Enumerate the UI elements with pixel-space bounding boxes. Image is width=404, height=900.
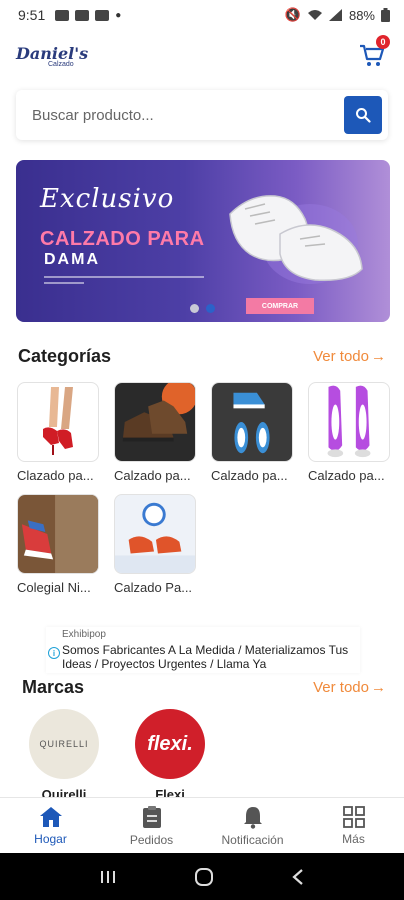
category-tile[interactable]: Clazado pa... xyxy=(17,382,99,483)
ad-text: Somos Fabricantes A La Medida / Material… xyxy=(62,643,349,671)
recent-apps-icon[interactable] xyxy=(99,869,117,885)
boots-image xyxy=(122,383,195,442)
carousel-dot-active[interactable] xyxy=(206,304,215,313)
categories-title: Categorías xyxy=(18,346,112,366)
category-label: Calzado pa... xyxy=(308,468,385,483)
category-image xyxy=(17,382,99,462)
baby-shoes-image xyxy=(115,502,195,573)
promo-banner[interactable]: Exclusivo CALZADO PARA DAMA COMPRAR xyxy=(16,160,390,322)
brands-header: Marcas Ver todo → xyxy=(22,677,386,698)
category-label: Calzado pa... xyxy=(114,468,191,483)
home-icon xyxy=(39,806,62,827)
brands-see-all-link[interactable]: Ver todo → xyxy=(313,679,386,696)
banner-buy-button[interactable]: COMPRAR xyxy=(246,298,314,314)
ad-banner[interactable]: Exhibipop i Somos Fabricantes A La Medid… xyxy=(46,627,360,673)
purple-sneakers-image xyxy=(327,385,371,458)
brand-item[interactable]: flexi. Flexi xyxy=(134,709,206,802)
cart-badge: 0 xyxy=(376,35,390,49)
categories-see-all-link[interactable]: Ver todo → xyxy=(313,348,386,365)
ad-source: Exhibipop xyxy=(62,629,106,640)
nav-label: Pedidos xyxy=(129,832,174,847)
arrow-right-icon: → xyxy=(371,679,386,696)
banner-script-title: Exclusivo xyxy=(40,184,175,214)
youtube-icon xyxy=(95,9,110,21)
logo-subtitle: Calzado xyxy=(48,61,74,68)
sneaker-image xyxy=(229,195,363,284)
signal-icon xyxy=(328,9,342,21)
category-image xyxy=(17,494,99,574)
blue-sneakers-image xyxy=(233,392,270,454)
category-image xyxy=(308,382,390,462)
mute-icon: 🔇 xyxy=(284,7,301,22)
nav-home[interactable]: Hogar xyxy=(0,798,101,853)
category-image xyxy=(114,382,196,462)
nav-label: Notificación xyxy=(221,832,284,847)
category-tile[interactable]: Calzado Pa... xyxy=(114,494,196,595)
nav-more[interactable]: Más xyxy=(303,798,404,853)
banner-title: CALZADO PARA xyxy=(40,228,205,250)
category-image xyxy=(114,494,196,574)
category-tile[interactable]: Calzado pa... xyxy=(114,382,196,483)
brand-logo-quirelli: QUIRELLI xyxy=(29,709,99,779)
kids-school-shoes-image xyxy=(21,495,98,573)
brand-logo-text: flexi. xyxy=(147,732,193,755)
back-icon[interactable] xyxy=(291,868,305,886)
system-navigation-bar xyxy=(0,853,404,900)
category-tile[interactable]: Calzado pa... xyxy=(308,382,390,483)
home-circle-icon[interactable] xyxy=(194,867,214,887)
category-label: Clazado pa... xyxy=(17,468,94,483)
status-time: 9:51 xyxy=(18,7,46,23)
nav-label: Hogar xyxy=(34,831,67,846)
bottom-navigation: Hogar Pedidos Notificación Más xyxy=(0,797,404,853)
carousel-dot[interactable] xyxy=(190,304,199,313)
see-all-label: Ver todo xyxy=(313,348,369,365)
status-bar: 9:51 ● 🔇 88% xyxy=(0,0,404,30)
clipboard-icon xyxy=(142,805,161,828)
bell-icon xyxy=(243,806,262,829)
grid-icon xyxy=(342,805,365,828)
cart-button[interactable]: 0 xyxy=(358,35,390,71)
youtube-icon xyxy=(75,9,90,21)
search-bar xyxy=(16,90,388,140)
nav-orders[interactable]: Pedidos xyxy=(101,798,202,853)
search-input[interactable] xyxy=(32,106,344,124)
banner-subtitle: DAMA xyxy=(44,251,100,268)
gallery-icon xyxy=(55,9,70,21)
brand-item[interactable]: QUIRELLI Quirelli xyxy=(28,709,100,802)
brands-title: Marcas xyxy=(22,677,85,697)
notification-icons: ● xyxy=(55,9,122,21)
banner-fine-print xyxy=(44,276,204,278)
arrow-right-icon: → xyxy=(371,348,386,365)
category-image xyxy=(211,382,293,462)
category-label: Colegial Ni... xyxy=(17,580,91,595)
category-label: Calzado Pa... xyxy=(114,580,193,595)
brand-logo-text: QUIRELLI xyxy=(39,739,89,749)
battery-icon xyxy=(381,8,390,22)
high-heels-image xyxy=(43,387,73,455)
category-label: Calzado pa... xyxy=(211,468,288,483)
search-icon xyxy=(356,108,371,123)
brand-logo-flexi: flexi. xyxy=(135,709,205,779)
see-all-label: Ver todo xyxy=(313,679,369,696)
dot-icon: ● xyxy=(115,9,122,21)
search-button[interactable] xyxy=(344,96,382,134)
nav-label: Más xyxy=(342,831,365,846)
categories-header: Categorías Ver todo → xyxy=(18,346,386,367)
nav-notifications[interactable]: Notificación xyxy=(202,798,303,853)
wifi-icon xyxy=(307,10,322,20)
battery-level: 88% xyxy=(348,7,375,23)
app-header: Daniel's Calzado 0 xyxy=(0,30,404,82)
category-tile[interactable]: Colegial Ni... xyxy=(17,494,99,595)
category-tile[interactable]: Calzado pa... xyxy=(211,382,293,483)
banner-fine-print xyxy=(44,282,84,284)
brand-logo[interactable]: Daniel's Calzado xyxy=(16,44,88,68)
ad-info-icon[interactable]: i xyxy=(48,647,60,659)
